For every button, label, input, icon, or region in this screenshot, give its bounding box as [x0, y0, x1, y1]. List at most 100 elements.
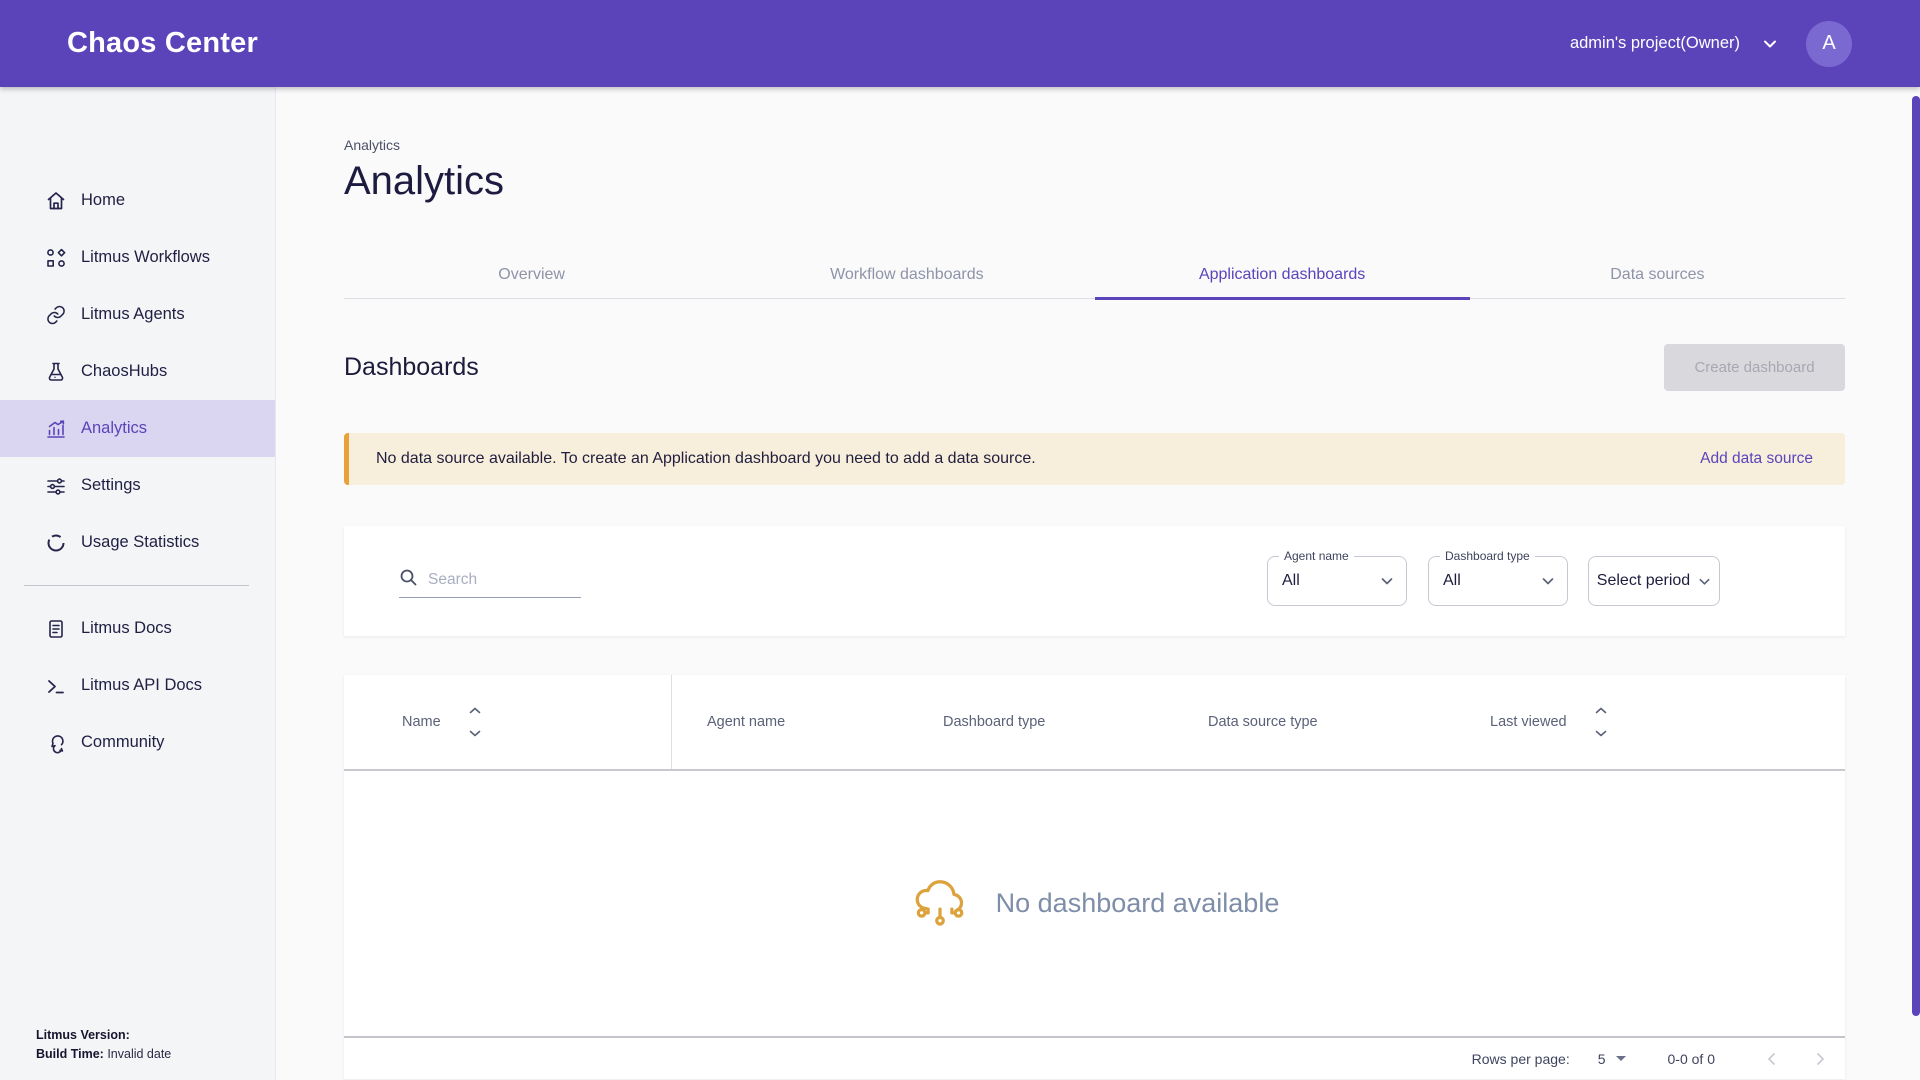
sidebar-item-label: Litmus Agents: [81, 305, 185, 324]
sidebar: Home Litmus Workflows Litmus Agents Chao…: [0, 87, 276, 1080]
community-icon: [44, 731, 68, 755]
sidebar-item-home[interactable]: Home: [0, 172, 275, 229]
agent-name-select[interactable]: Agent name All: [1267, 556, 1407, 606]
sort-desc-icon[interactable]: [1595, 730, 1607, 737]
sidebar-item-label: Litmus Docs: [81, 619, 172, 638]
next-page-button[interactable]: [1803, 1042, 1837, 1076]
column-header-dashboard-type: Dashboard type: [908, 675, 1173, 769]
chevron-down-icon: [1698, 575, 1711, 588]
terminal-icon: [44, 674, 68, 698]
tab-bar: Overview Workflow dashboards Application…: [344, 251, 1845, 299]
sidebar-item-label: Community: [81, 733, 164, 752]
sidebar-item-litmus-docs[interactable]: Litmus Docs: [0, 600, 275, 657]
select-period-label: Select period: [1597, 572, 1690, 590]
column-header-data-source-type: Data source type: [1173, 675, 1455, 769]
previous-page-button[interactable]: [1755, 1042, 1789, 1076]
rows-per-page-value: 5: [1598, 1051, 1606, 1067]
search-field[interactable]: [399, 564, 581, 598]
sidebar-item-label: Settings: [81, 476, 141, 495]
empty-state-text: No dashboard available: [996, 888, 1280, 919]
sidebar-divider: [24, 585, 249, 586]
pagination-bar: Rows per page: 5 0-0 of 0: [344, 1036, 1845, 1079]
usage-icon: [44, 531, 68, 555]
docs-icon: [44, 617, 68, 641]
no-data-source-banner: No data source available. To create an A…: [344, 433, 1845, 485]
build-time-value: Invalid date: [107, 1047, 171, 1061]
tab-overview[interactable]: Overview: [344, 251, 719, 298]
pagination-range: 0-0 of 0: [1668, 1051, 1715, 1067]
create-dashboard-button[interactable]: Create dashboard: [1664, 344, 1845, 391]
select-period-button[interactable]: Select period: [1588, 556, 1720, 606]
sidebar-item-label: Litmus Workflows: [81, 248, 210, 267]
table-header-row: Name Agent name Dashboard type Data sour…: [344, 675, 1845, 771]
column-header-last-viewed: Last viewed: [1455, 675, 1845, 769]
avatar[interactable]: A: [1806, 21, 1852, 67]
avatar-initial: A: [1822, 32, 1835, 55]
sidebar-item-label: Litmus API Docs: [81, 676, 202, 695]
page-title: Analytics: [344, 157, 1845, 205]
cloud-network-icon: [910, 871, 970, 936]
sidebar-item-chaoshubs[interactable]: ChaosHubs: [0, 343, 275, 400]
dashboards-table: Name Agent name Dashboard type Data sour…: [344, 675, 1845, 1079]
project-selector[interactable]: admin's project(Owner): [1570, 34, 1778, 53]
analytics-icon: [44, 417, 68, 441]
sort-asc-icon[interactable]: [1595, 707, 1607, 714]
agents-icon: [44, 303, 68, 327]
dashboard-type-select-value: All: [1443, 572, 1461, 590]
search-icon: [399, 568, 418, 592]
workflows-icon: [44, 246, 68, 270]
sidebar-item-litmus-agents[interactable]: Litmus Agents: [0, 286, 275, 343]
tab-workflow-dashboards[interactable]: Workflow dashboards: [719, 251, 1094, 298]
sort-control: [1595, 707, 1607, 737]
flask-icon: [44, 360, 68, 384]
dashboard-type-select-label: Dashboard type: [1440, 549, 1535, 563]
sort-control: [469, 707, 481, 737]
section-title: Dashboards: [344, 353, 479, 382]
dashboard-type-select[interactable]: Dashboard type All: [1428, 556, 1568, 606]
search-input[interactable]: [428, 571, 568, 589]
app-title: Chaos Center: [67, 27, 258, 60]
sort-asc-icon[interactable]: [469, 707, 481, 714]
column-header-agent-name: Agent name: [672, 675, 908, 769]
empty-state: No dashboard available: [344, 771, 1845, 1036]
project-selector-label: admin's project(Owner): [1570, 34, 1740, 53]
chevron-down-icon: [1762, 36, 1778, 52]
sidebar-item-label: Analytics: [81, 419, 147, 438]
tab-application-dashboards[interactable]: Application dashboards: [1095, 251, 1470, 298]
sidebar-item-label: ChaosHubs: [81, 362, 167, 381]
tab-data-sources[interactable]: Data sources: [1470, 251, 1845, 298]
chevron-down-icon: [1541, 574, 1555, 588]
banner-message: No data source available. To create an A…: [376, 450, 1036, 468]
sidebar-item-label: Usage Statistics: [81, 533, 199, 552]
app-header: Chaos Center admin's project(Owner) A: [0, 0, 1920, 87]
sidebar-item-label: Home: [81, 191, 125, 210]
sidebar-item-litmus-api-docs[interactable]: Litmus API Docs: [0, 657, 275, 714]
sidebar-item-analytics[interactable]: Analytics: [0, 400, 275, 457]
sidebar-item-litmus-workflows[interactable]: Litmus Workflows: [0, 229, 275, 286]
filter-toolbar: Agent name All Dashboard type All Select…: [344, 526, 1845, 636]
vertical-scrollbar[interactable]: [1912, 96, 1920, 1016]
column-label: Data source type: [1208, 714, 1318, 730]
sidebar-item-settings[interactable]: Settings: [0, 457, 275, 514]
add-data-source-link[interactable]: Add data source: [1700, 450, 1813, 468]
breadcrumb[interactable]: Analytics: [344, 137, 1845, 153]
column-label: Dashboard type: [943, 714, 1045, 730]
column-label: Name: [402, 714, 441, 730]
sidebar-item-usage-statistics[interactable]: Usage Statistics: [0, 514, 275, 571]
agent-name-select-value: All: [1282, 572, 1300, 590]
chevron-down-icon: [1380, 574, 1394, 588]
rows-per-page-label: Rows per page:: [1472, 1051, 1570, 1067]
agent-name-select-label: Agent name: [1279, 549, 1354, 563]
sort-desc-icon[interactable]: [469, 730, 481, 737]
sidebar-item-community[interactable]: Community: [0, 714, 275, 771]
litmus-version-label: Litmus Version:: [36, 1028, 130, 1042]
main-content: Analytics Analytics Overview Workflow da…: [276, 87, 1920, 1080]
caret-down-icon: [1616, 1056, 1626, 1061]
rows-per-page-select[interactable]: 5: [1598, 1051, 1626, 1067]
column-label: Agent name: [707, 714, 785, 730]
build-time-label: Build Time:: [36, 1047, 104, 1061]
column-header-name: Name: [344, 675, 672, 769]
column-label: Last viewed: [1490, 714, 1567, 730]
home-icon: [44, 189, 68, 213]
settings-icon: [44, 474, 68, 498]
